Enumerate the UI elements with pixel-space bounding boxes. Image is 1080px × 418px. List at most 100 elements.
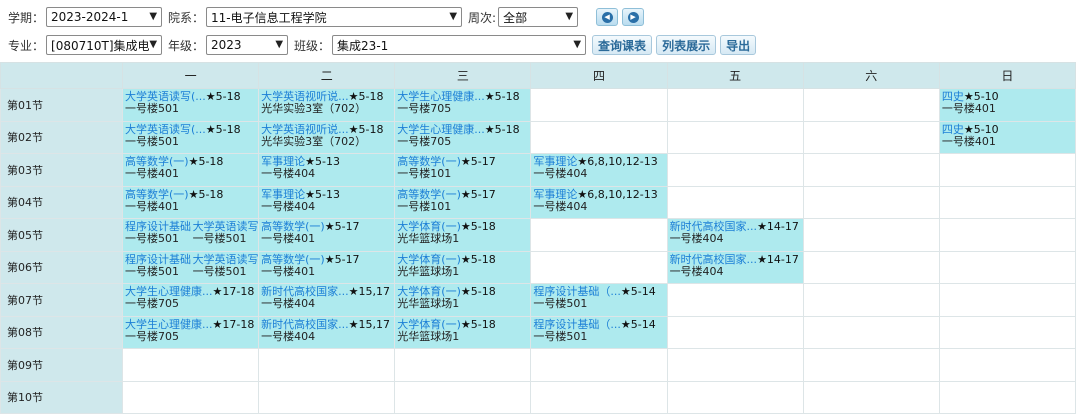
schedule-cell: 大学英语视听说...★5-18 光华实验3室（702） <box>258 120 396 154</box>
schedule-cell: 四史★5-10 一号楼401 <box>938 88 1077 122</box>
course-block[interactable]: 高等数学(一)★5-17 一号楼401 <box>259 219 395 251</box>
course-block[interactable]: 程序设计基础（...★5-14 一号楼501 <box>531 284 667 316</box>
course-block[interactable]: 高等数学(一)★5-17 一号楼401 <box>259 251 395 283</box>
query-timetable-button[interactable]: 查询课表 <box>592 35 653 55</box>
course-name[interactable]: 高等数学(一) <box>261 253 325 266</box>
schedule-cell: 大学生心理健康...★5-18 一号楼705 <box>394 88 532 122</box>
course-name[interactable]: 程序设计基础（... <box>533 318 621 331</box>
course-name[interactable]: 大学体育(一) <box>397 253 461 266</box>
course-block[interactable]: 军事理论★6,8,10,12-13 一号楼404 <box>531 154 667 186</box>
schedule-cell: 大学体育(一)★5-18 光华篮球场1 <box>394 218 532 252</box>
arrow-right-icon: ▶ <box>627 11 639 23</box>
course-name[interactable]: 新时代高校国家... <box>261 318 349 331</box>
course-block[interactable]: 大学英语读写 一号楼501 <box>190 219 259 251</box>
schedule-cell-empty <box>666 315 804 349</box>
course-block[interactable]: 高等数学(一)★5-17 一号楼101 <box>395 154 531 186</box>
course-room: 一号楼501 <box>533 297 588 310</box>
course-name[interactable]: 大学生心理健康... <box>397 123 485 136</box>
course-room: 光华篮球场1 <box>397 329 460 343</box>
timetable-header-row: 一 二 三 四 五 六 日 <box>0 62 1077 89</box>
course-name[interactable]: 高等数学(一) <box>397 188 461 201</box>
week-value: 全部 <box>503 10 528 25</box>
schedule-cell-empty <box>938 283 1077 317</box>
course-block[interactable]: 大学体育(一)★5-18 光华篮球场1 <box>395 316 531 348</box>
course-block[interactable]: 高等数学(一)★5-17 一号楼101 <box>395 186 531 218</box>
next-week-button[interactable]: ▶ <box>622 8 645 26</box>
schedule-cell: 军事理论★5-13 一号楼404 <box>258 185 396 219</box>
course-block[interactable]: 大学体育(一)★5-18 光华篮球场1 <box>395 251 531 283</box>
class-select[interactable]: 集成23-1 ▼ <box>332 35 587 55</box>
schedule-cell-empty <box>666 283 804 317</box>
schedule-cell-empty <box>666 88 804 122</box>
schedule-cell-empty <box>530 380 668 414</box>
course-name[interactable]: 军事理论 <box>261 188 305 201</box>
course-room: 一号楼705 <box>125 297 179 310</box>
term-select[interactable]: 2023-2024-1 ▼ <box>46 7 163 27</box>
course-name[interactable]: 高等数学(一) <box>125 188 189 201</box>
schedule-cell-empty <box>938 153 1077 187</box>
chevron-down-icon: ▼ <box>275 39 284 50</box>
course-block[interactable]: 大学生心理健康...★5-18 一号楼705 <box>395 89 531 121</box>
course-name[interactable]: 大学体育(一) <box>397 318 461 331</box>
course-room: 一号楼404 <box>533 199 588 213</box>
course-block[interactable]: 四史★5-10 一号楼401 <box>939 121 1075 153</box>
course-block[interactable]: 大学生心理健康...★5-18 一号楼705 <box>395 121 531 153</box>
table-row: 第06节 程序设计基础 一号楼501 大学英语读写 一号楼501 高等数学(一)★5… <box>0 250 1077 284</box>
course-block[interactable]: 军事理论★6,8,10,12-13 一号楼404 <box>531 186 667 218</box>
course-name[interactable]: 程序设计基础 <box>125 253 191 266</box>
course-block[interactable]: 程序设计基础 一号楼501 <box>123 219 191 251</box>
course-name[interactable]: 大学英语读写 <box>193 253 259 266</box>
course-block[interactable]: 大学体育(一)★5-18 光华篮球场1 <box>395 284 531 316</box>
course-block[interactable]: 军事理论★5-13 一号楼404 <box>259 186 395 218</box>
prev-week-button[interactable]: ◀ <box>596 8 619 26</box>
course-block[interactable]: 程序设计基础（...★5-14 一号楼501 <box>531 316 667 348</box>
schedule-cell-empty <box>666 380 804 414</box>
export-button[interactable]: 导出 <box>720 35 757 55</box>
course-room: 一号楼401 <box>261 232 316 245</box>
schedule-cell: 程序设计基础 一号楼501 大学英语读写 一号楼501 <box>121 250 260 284</box>
course-room: 一号楼705 <box>125 329 179 343</box>
course-block[interactable]: 大学英语视听说...★5-18 光华实验3室（702） <box>259 89 395 121</box>
chevron-down-icon: ▼ <box>573 39 582 50</box>
course-block[interactable]: 大学英语读写 一号楼501 <box>190 251 259 283</box>
grade-select[interactable]: 2023 ▼ <box>206 35 289 55</box>
arrow-left-icon: ◀ <box>601 11 613 23</box>
period-label: 第02节 <box>0 120 123 154</box>
schedule-cell: 新时代高校国家...★15,17 一号楼404 <box>258 315 396 349</box>
course-block[interactable]: 新时代高校国家...★14-17 一号楼404 <box>667 251 803 283</box>
day-header: 一 <box>121 62 260 89</box>
schedule-cell: 军事理论★6,8,10,12-13 一号楼404 <box>530 185 668 219</box>
major-value: [080710T]集成电 <box>51 38 150 53</box>
week-select[interactable]: 全部 ▼ <box>498 7 579 27</box>
course-name[interactable]: 大学英语视听说... <box>261 123 349 136</box>
course-room: 一号楼101 <box>397 199 452 213</box>
course-block[interactable]: 大学生心理健康...★17-18 一号楼705 <box>123 284 259 316</box>
course-room: 一号楼404 <box>533 167 588 180</box>
course-name[interactable]: 新时代高校国家... <box>670 253 758 266</box>
course-block[interactable]: 大学英语读写(...★5-18 一号楼501 <box>123 89 259 121</box>
major-label: 专业： <box>8 38 45 53</box>
course-weeks: ★5-18 <box>188 187 224 201</box>
course-block[interactable]: 新时代高校国家...★14-17 一号楼404 <box>667 219 803 251</box>
course-name[interactable]: 大学生心理健康... <box>125 318 213 331</box>
table-row: 第07节 大学生心理健康...★17-18 一号楼705 新时代高校国家...★1… <box>0 283 1077 317</box>
course-block[interactable]: 大学生心理健康...★17-18 一号楼705 <box>123 316 259 348</box>
course-block[interactable]: 高等数学(一)★5-18 一号楼401 <box>123 186 259 218</box>
course-name[interactable]: 大学英语读写(... <box>125 123 206 136</box>
course-block[interactable]: 高等数学(一)★5-18 一号楼401 <box>123 154 259 186</box>
course-block[interactable]: 四史★5-10 一号楼401 <box>939 89 1075 121</box>
course-block[interactable]: 大学英语读写(...★5-18 一号楼501 <box>123 121 259 153</box>
course-block[interactable]: 军事理论★5-13 一号楼404 <box>259 154 395 186</box>
major-select[interactable]: [080710T]集成电 ▼ <box>46 35 163 55</box>
course-name[interactable]: 四史 <box>942 123 964 136</box>
course-name[interactable]: 军事理论 <box>533 188 577 201</box>
course-block[interactable]: 新时代高校国家...★15,17 一号楼404 <box>259 316 395 348</box>
course-block[interactable]: 大学英语视听说...★5-18 光华实验3室（702） <box>259 121 395 153</box>
list-view-button[interactable]: 列表展示 <box>656 35 717 55</box>
course-block[interactable]: 程序设计基础 一号楼501 <box>123 251 191 283</box>
course-block[interactable]: 大学体育(一)★5-18 光华篮球场1 <box>395 219 531 251</box>
schedule-cell-empty <box>802 88 940 122</box>
dept-select[interactable]: 11-电子信息工程学院 ▼ <box>206 7 463 27</box>
course-weeks: ★5-18 <box>460 285 496 298</box>
course-block[interactable]: 新时代高校国家...★15,17 一号楼404 <box>259 284 395 316</box>
